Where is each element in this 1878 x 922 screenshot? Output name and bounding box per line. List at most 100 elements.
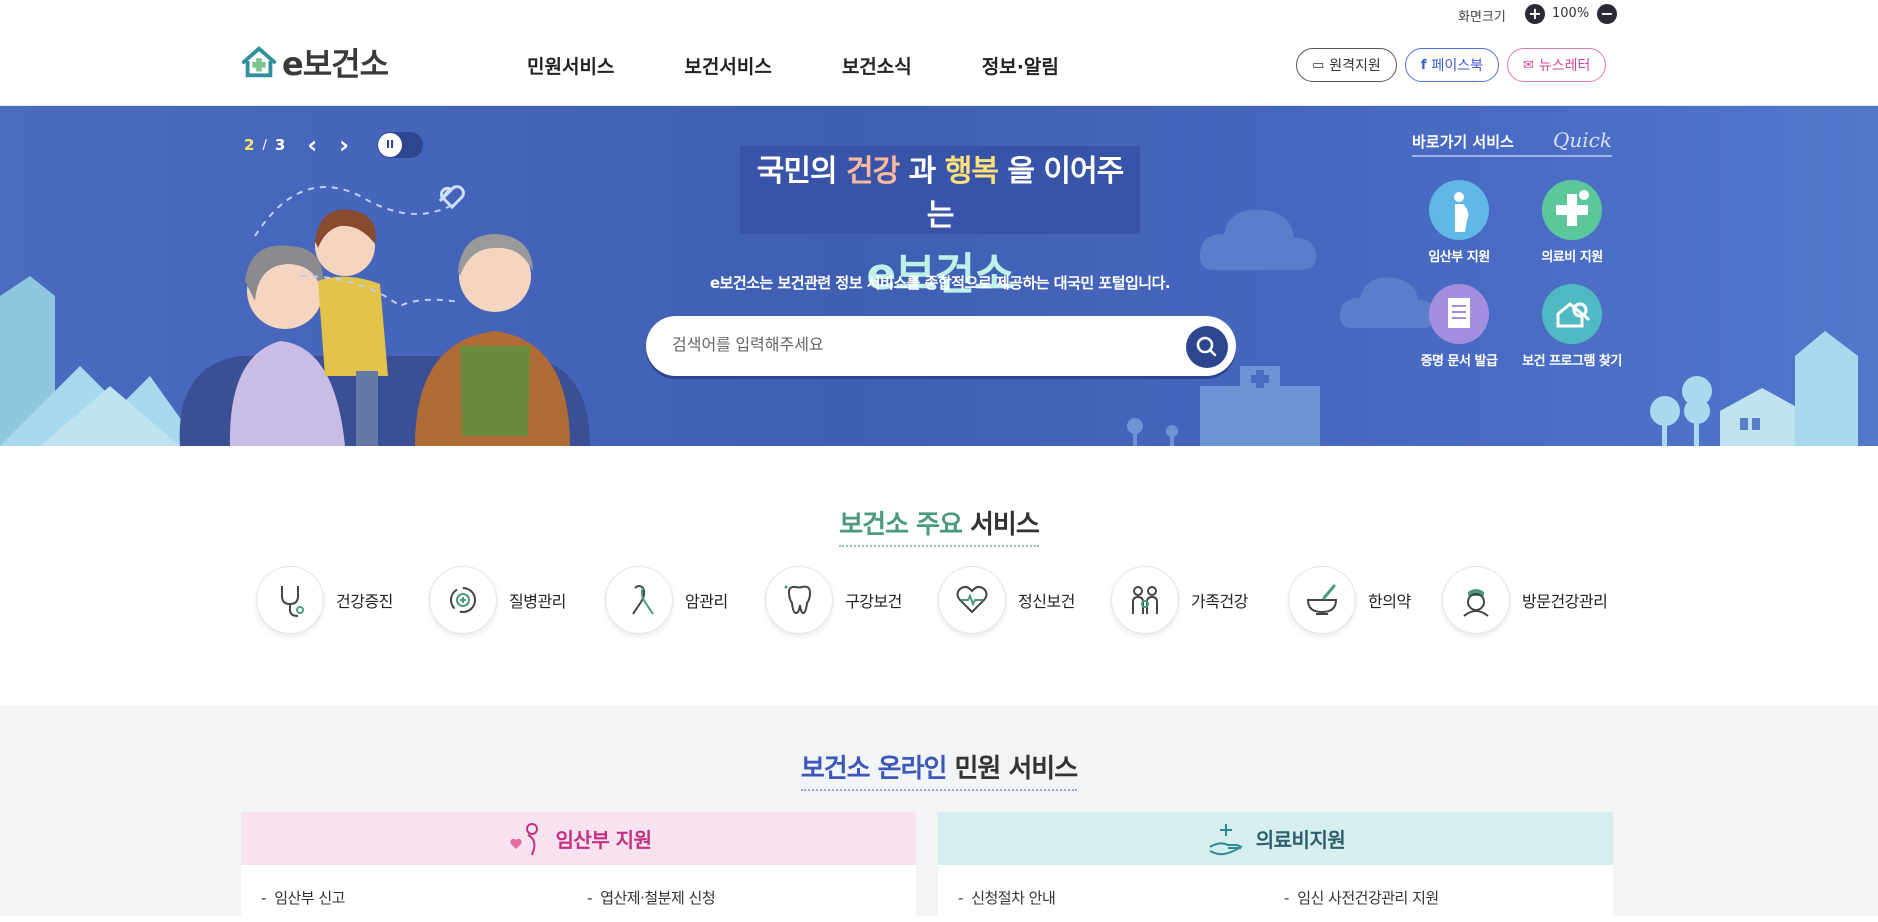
site-header: e보건소 민원서비스 보건서비스 보건소식 정보·알림 ▭ 원격지원 f 페이스… (0, 28, 1878, 106)
cycle-cross-icon (429, 566, 497, 634)
nav-health-news[interactable]: 보건소식 (842, 52, 912, 79)
next-slide-icon[interactable]: › (339, 133, 349, 157)
search-button[interactable] (1186, 326, 1228, 368)
newsletter-label: 뉴스레터 (1538, 58, 1591, 74)
medical-cross-icon (1542, 180, 1602, 240)
utility-bar: 화면크기 + 100% − (0, 0, 1878, 28)
service-label: 가족건강 (1191, 592, 1248, 611)
hero-title-part1: 국민의 (756, 154, 847, 189)
link-application-guide[interactable]: 신청절차 안내 (958, 887, 1284, 908)
main-services-section: 보건소 주요 서비스 건강증진 질병관리 암관리 구강보건 정신보건 가족건강 (0, 446, 1878, 706)
prev-slide-icon[interactable]: ‹ (307, 133, 317, 157)
quick-certificate[interactable]: 증명 문서 발급 (1404, 284, 1514, 369)
search-icon (1196, 336, 1217, 357)
quick-medical-cost[interactable]: 의료비 지원 (1517, 180, 1627, 265)
zoom-out-button[interactable]: − (1597, 4, 1617, 24)
family-icon (1111, 566, 1179, 634)
stethoscope-icon (256, 566, 324, 634)
service-label: 방문건강관리 (1522, 592, 1608, 611)
hand-cross-icon (1209, 823, 1243, 855)
newsletter-icon: ✉ (1523, 57, 1534, 73)
link-pregnant-report[interactable]: 임산부 신고 (261, 887, 587, 908)
service-disease-control[interactable]: 질병관리 (429, 566, 605, 634)
slide-separator: / (262, 137, 267, 153)
house-cross-icon (241, 46, 277, 78)
main-nav: 민원서비스 보건서비스 보건소식 정보·알림 (527, 52, 1129, 79)
facebook-button[interactable]: f 페이스북 (1404, 48, 1500, 82)
slide-total: 3 (274, 136, 286, 154)
service-label: 암관리 (685, 592, 728, 611)
quick-service-header: 바로가기 서비스 Quick (1412, 128, 1612, 157)
newsletter-button[interactable]: ✉ 뉴스레터 (1507, 48, 1607, 82)
service-label: 질병관리 (509, 592, 566, 611)
hero-banner: 2 / 3 ‹ › II 국민의 건강 과 행복 을 이어주는 e보건소 e보건… (0, 106, 1878, 446)
facebook-label: 페이스북 (1431, 58, 1484, 74)
service-label: 구강보건 (845, 592, 902, 611)
panel-medical-cost: 의료비지원 신청절차 안내 임신 사전건강관리 지원 (938, 812, 1613, 922)
screen-size-label: 화면크기 (1458, 10, 1506, 25)
online-services-section: 보건소 온라인 민원 서비스 임산부 지원 임산부 신고 엽산제·철분제 신청 … (0, 706, 1878, 922)
tooth-icon (765, 566, 833, 634)
pregnant-heart-icon (509, 822, 538, 855)
main-services-title-accent: 보건소 주요 (839, 510, 963, 540)
hero-title-health: 건강 (846, 154, 900, 189)
search-bar (646, 316, 1236, 376)
hero-description: e보건소는 보건관련 정보 서비스를 종합적으로 제공하는 대국민 포털입니다. (709, 274, 1171, 292)
remote-support-label: 원격지원 (1329, 58, 1381, 74)
main-services-title: 보건소 주요 서비스 (0, 504, 1878, 547)
hero-title-part2: 과 (899, 154, 945, 189)
quick-title: 바로가기 서비스 (1412, 133, 1514, 151)
document-icon (1429, 284, 1489, 344)
pregnant-woman-icon (1429, 180, 1489, 240)
nurse-icon (1442, 566, 1510, 634)
online-services-title: 보건소 온라인 민원 서비스 (0, 748, 1878, 791)
nav-health-service[interactable]: 보건서비스 (684, 52, 771, 79)
header-buttons: ▭ 원격지원 f 페이스북 ✉ 뉴스레터 (1296, 48, 1607, 82)
service-mental-health[interactable]: 정신보건 (938, 566, 1111, 634)
service-oriental-medicine[interactable]: 한의약 (1288, 566, 1442, 634)
remote-support-button[interactable]: ▭ 원격지원 (1296, 48, 1397, 82)
search-input[interactable] (672, 334, 1152, 358)
service-oral-health[interactable]: 구강보건 (765, 566, 938, 634)
logo-text: e보건소 (282, 45, 389, 83)
monitor-icon: ▭ (1312, 57, 1325, 73)
quick-pregnant-label: 임산부 지원 (1428, 250, 1490, 265)
panel-title: 임산부 지원 (555, 828, 652, 852)
service-family-health[interactable]: 가족건강 (1111, 566, 1288, 634)
nav-info-notice[interactable]: 정보·알림 (982, 52, 1059, 79)
online-services-title-rest: 민원 서비스 (946, 754, 1078, 784)
main-services-title-rest: 서비스 (961, 510, 1040, 540)
quick-health-program[interactable]: 보건 프로그램 찾기 (1517, 284, 1627, 369)
slider-controls: 2 / 3 ‹ › II (244, 132, 424, 158)
pause-icon: II (378, 133, 403, 157)
quick-pregnant-support[interactable]: 임산부 지원 (1404, 180, 1514, 265)
panel-header[interactable]: 임산부 지원 (241, 812, 916, 865)
quick-certificate-label: 증명 문서 발급 (1420, 354, 1498, 369)
online-services-title-accent: 보건소 온라인 (800, 754, 948, 784)
house-search-icon (1542, 284, 1602, 344)
pause-toggle[interactable]: II (377, 132, 424, 158)
link-preconception-care[interactable]: 임신 사전건강관리 지원 (1284, 887, 1610, 908)
nav-civil-service[interactable]: 민원서비스 (527, 52, 614, 79)
service-health-promotion[interactable]: 건강증진 (256, 566, 429, 634)
service-visiting-health[interactable]: 방문건강관리 (1442, 566, 1608, 634)
service-label: 건강증진 (336, 592, 393, 611)
quick-medical-label: 의료비 지원 (1541, 250, 1603, 265)
service-cancer-management[interactable]: 암관리 (605, 566, 765, 634)
hero-title-happiness: 행복 (944, 154, 999, 189)
mortar-icon (1288, 566, 1356, 634)
quick-script: Quick (1553, 128, 1612, 152)
service-list: 건강증진 질병관리 암관리 구강보건 정신보건 가족건강 한의약 방문건강관리 (256, 566, 1608, 634)
quick-program-label: 보건 프로그램 찾기 (1522, 354, 1622, 369)
ribbon-icon (605, 566, 673, 634)
panel-pregnant-support: 임산부 지원 임산부 신고 엽산제·철분제 신청 (241, 812, 916, 922)
panel-header[interactable]: 의료비지원 (938, 812, 1613, 865)
site-logo[interactable]: e보건소 (240, 42, 389, 83)
zoom-in-button[interactable]: + (1525, 4, 1545, 24)
service-label: 정신보건 (1018, 592, 1075, 611)
slide-current: 2 (244, 136, 255, 154)
zoom-level: 100% (1552, 6, 1590, 21)
panel-title: 의료비지원 (1255, 828, 1346, 852)
link-folic-iron-request[interactable]: 엽산제·철분제 신청 (587, 887, 913, 908)
service-label: 한의약 (1368, 592, 1411, 611)
